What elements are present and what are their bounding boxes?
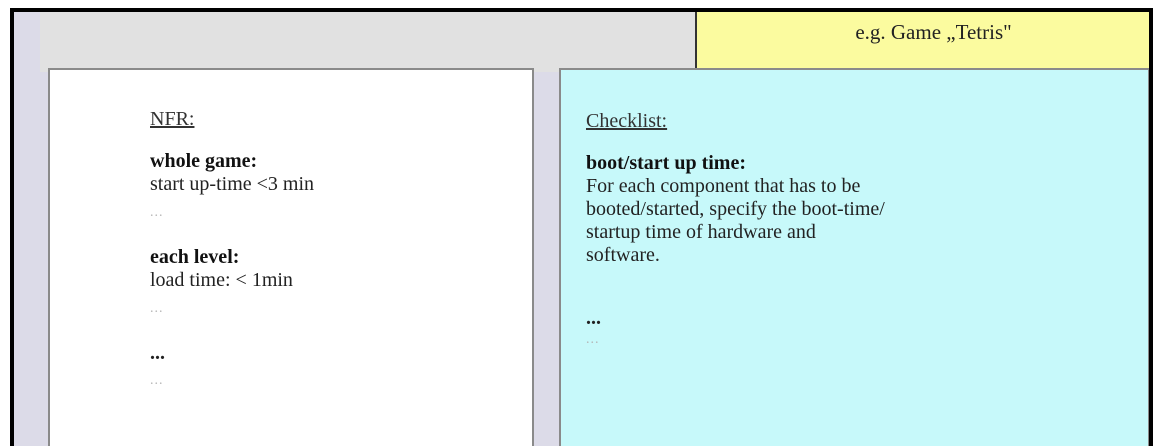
nfr-panel: NFR: whole game: start up-time <3 min ..… <box>48 68 534 446</box>
checklist-heading: Checklist: <box>586 110 668 132</box>
whole-game-ellipsis: ... <box>150 205 164 220</box>
checklist-text-line-1: For each component that has to be <box>586 175 861 197</box>
boot-time-label: boot/start up time: <box>586 152 746 174</box>
whole-game-label: whole game: <box>150 150 258 172</box>
nfr-dots: ... <box>150 342 165 364</box>
checklist-text-line-2: booted/started, specify the boot-time/ <box>586 198 885 220</box>
example-tab-label: e.g. Game „Tetris" <box>855 20 1012 44</box>
checklist-panel: Checklist: boot/start up time: For each … <box>559 68 1149 446</box>
nfr-heading: NFR: <box>150 108 195 130</box>
start-up-time-requirement: start up-time <3 min <box>150 173 315 195</box>
slide-frame: e.g. Game „Tetris" NFR: whole game: star… <box>10 8 1153 446</box>
checklist-dots: ... <box>586 307 601 329</box>
checklist-ellipsis: ... <box>586 332 600 347</box>
each-level-label: each level: <box>150 246 240 268</box>
checklist-text-line-3: startup time of hardware and <box>586 221 816 243</box>
example-tab: e.g. Game „Tetris" <box>695 12 1149 76</box>
each-level-ellipsis: ... <box>150 301 164 316</box>
checklist-text-line-4: software. <box>586 244 660 266</box>
nfr-ellipsis: ... <box>150 373 164 388</box>
load-time-requirement: load time: < 1min <box>150 269 293 291</box>
